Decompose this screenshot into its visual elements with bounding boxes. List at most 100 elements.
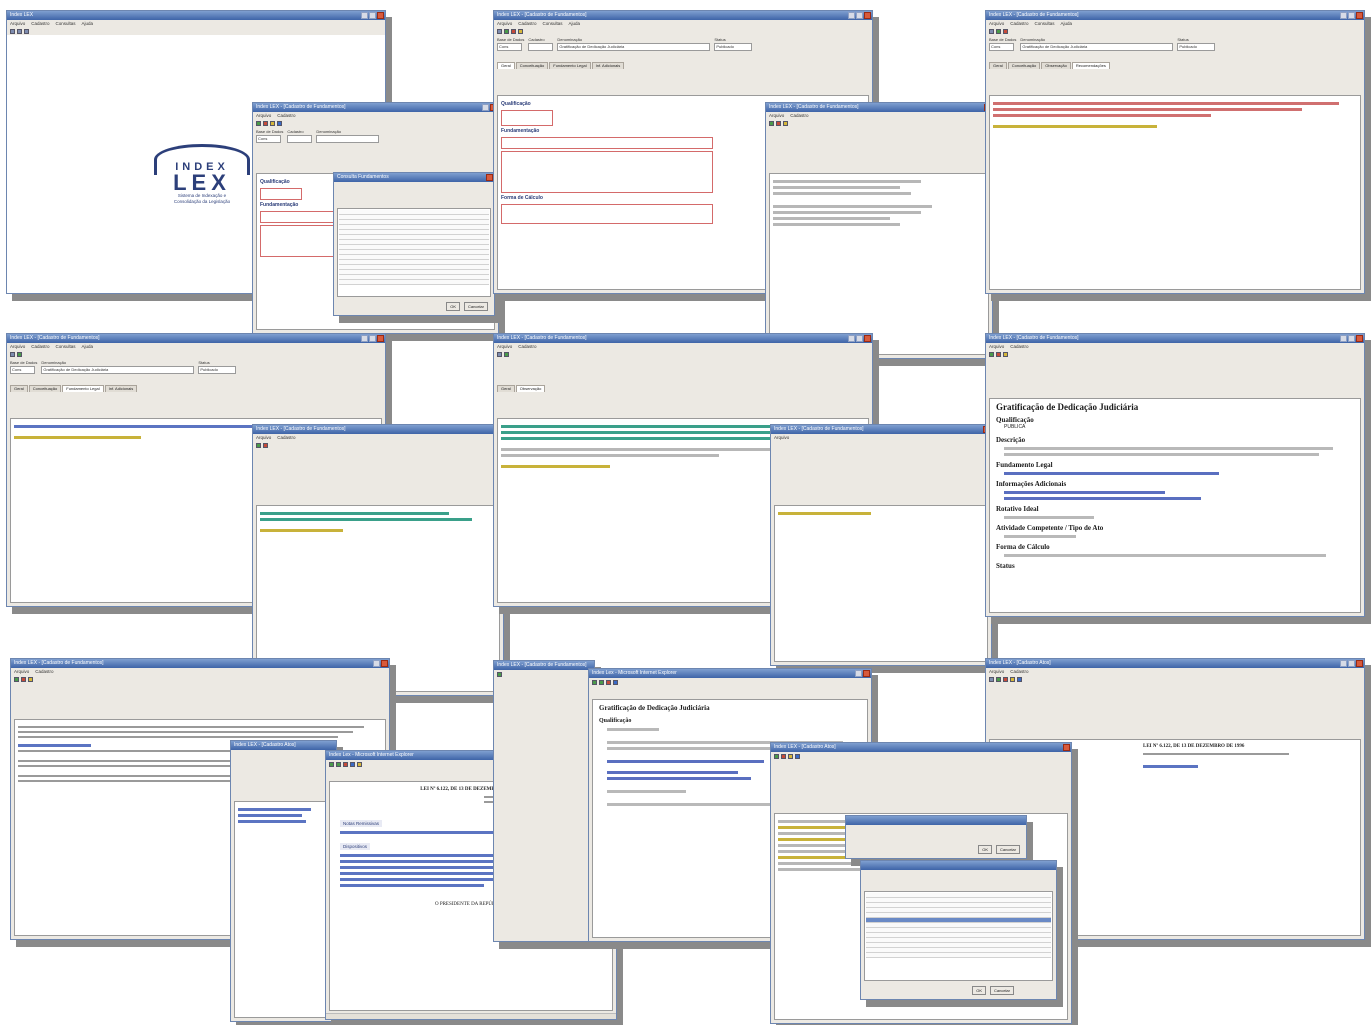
tab-geral[interactable]: Geral (989, 62, 1007, 69)
qualificacao-list[interactable] (260, 188, 302, 200)
ok-button[interactable]: OK (446, 302, 460, 311)
menu-consultas[interactable]: Consultas (56, 21, 76, 26)
delete-icon[interactable] (263, 442, 268, 448)
close-button[interactable] (486, 174, 493, 181)
save-icon[interactable] (989, 351, 994, 357)
results-grid[interactable] (864, 891, 1053, 981)
menu-cadastro[interactable]: Cadastro (518, 344, 536, 349)
menu-arquivo[interactable]: Arquivo (497, 21, 512, 26)
search-icon[interactable] (783, 120, 788, 126)
delete-icon[interactable] (996, 351, 1001, 357)
base-field[interactable]: Cons (497, 43, 522, 51)
menu-cadastro[interactable]: Cadastro (790, 113, 808, 118)
close-button[interactable] (864, 12, 871, 19)
link-line[interactable] (1004, 491, 1166, 494)
save-icon[interactable] (504, 28, 509, 34)
maximize-button[interactable] (1348, 335, 1355, 342)
denominacao-field[interactable]: Gratificação de Dedicação Judiciária (557, 43, 711, 51)
new-icon[interactable] (10, 351, 15, 357)
tab-fundamento-legal[interactable]: Fundamento Legal (62, 385, 104, 392)
results-grid[interactable] (337, 208, 491, 297)
home-icon[interactable] (357, 761, 362, 767)
status-select[interactable]: Publicado (714, 43, 753, 51)
stop-icon[interactable] (343, 761, 348, 767)
maximize-button[interactable] (369, 12, 376, 19)
open-icon[interactable] (17, 28, 22, 34)
base-field[interactable]: Cons (256, 135, 281, 143)
delete-icon[interactable] (776, 120, 781, 126)
minimize-button[interactable] (848, 335, 855, 342)
menu-cadastro[interactable]: Cadastro (277, 113, 295, 118)
print-icon[interactable] (277, 120, 282, 126)
close-button[interactable] (381, 660, 388, 667)
menu-arquivo[interactable]: Arquivo (497, 344, 512, 349)
menu-ajuda[interactable]: Ajuda (82, 344, 94, 349)
close-button[interactable] (377, 335, 384, 342)
status-select[interactable]: Publicado (1177, 43, 1216, 51)
link-line[interactable] (1004, 497, 1201, 500)
save-icon[interactable] (774, 753, 779, 759)
menu-arquivo[interactable]: Arquivo (256, 113, 271, 118)
menu-cadastro[interactable]: Cadastro (518, 21, 536, 26)
menu-arquivo[interactable]: Arquivo (774, 435, 789, 440)
denominacao-field[interactable]: Gratificação de Dedicação Judiciária (41, 366, 195, 374)
minimize-button[interactable] (1340, 660, 1347, 667)
cadastro-field[interactable] (528, 43, 554, 51)
print-icon[interactable] (1017, 676, 1022, 682)
menu-ajuda[interactable]: Ajuda (569, 21, 581, 26)
minimize-button[interactable] (373, 660, 380, 667)
link-line[interactable] (340, 860, 511, 863)
menu-consultas[interactable]: Consultas (1035, 21, 1055, 26)
menu-cadastro[interactable]: Cadastro (1010, 344, 1028, 349)
cadastro-field[interactable] (287, 135, 313, 143)
tab-geral[interactable]: Geral (497, 62, 515, 69)
close-button[interactable] (377, 12, 384, 19)
link-line[interactable] (238, 820, 307, 823)
print-icon[interactable] (795, 753, 800, 759)
cancel-button[interactable]: Cancelar (989, 986, 1014, 995)
maximize-button[interactable] (1348, 660, 1355, 667)
tab-observacao[interactable]: Observação (515, 385, 546, 392)
link-line[interactable] (340, 872, 498, 875)
cancel-button[interactable]: Cancelar (995, 845, 1020, 854)
maximize-button[interactable] (856, 12, 863, 19)
tab-inf-adicionais[interactable]: Inf. Adicionais (104, 385, 138, 392)
menu-arquivo[interactable]: Arquivo (769, 113, 784, 118)
minimize-button[interactable] (1340, 12, 1347, 19)
close-button[interactable] (864, 335, 871, 342)
search-icon[interactable] (28, 676, 33, 682)
delete-icon[interactable] (1003, 676, 1008, 682)
link-line[interactable] (607, 760, 765, 763)
tab-recomendacoes[interactable]: Recomendações (1071, 62, 1110, 69)
link-line[interactable] (1143, 765, 1198, 768)
save-icon[interactable] (256, 120, 261, 126)
delete-icon[interactable] (781, 753, 786, 759)
close-button[interactable] (863, 670, 870, 677)
save-icon[interactable] (17, 351, 22, 357)
check-row[interactable] (773, 223, 901, 226)
link-line[interactable] (14, 425, 269, 428)
edit-icon[interactable] (24, 28, 29, 34)
close-button[interactable] (1356, 12, 1363, 19)
link-line[interactable] (260, 518, 473, 521)
search-icon[interactable] (788, 753, 793, 759)
check-row[interactable] (773, 192, 911, 195)
status-select[interactable]: Publicado (198, 366, 237, 374)
new-icon[interactable] (989, 28, 994, 34)
text-panel[interactable] (234, 801, 333, 1018)
cancel-button[interactable]: Cancelar (463, 302, 488, 311)
delete-icon[interactable] (263, 120, 268, 126)
tab-inf-adicionais[interactable]: Inf. Adicionais (591, 62, 625, 69)
menu-cadastro[interactable]: Cadastro (31, 344, 49, 349)
save-icon[interactable] (769, 120, 774, 126)
maximize-button[interactable] (1348, 12, 1355, 19)
menu-arquivo[interactable]: Arquivo (989, 669, 1004, 674)
fundamento-field[interactable] (501, 137, 713, 149)
menu-arquivo[interactable]: Arquivo (256, 435, 271, 440)
menu-cadastro[interactable]: Cadastro (31, 21, 49, 26)
new-icon[interactable] (497, 28, 502, 34)
save-icon[interactable] (256, 442, 261, 448)
menu-arquivo[interactable]: Arquivo (14, 669, 29, 674)
menu-arquivo[interactable]: Arquivo (989, 21, 1004, 26)
link-line[interactable] (238, 808, 311, 811)
